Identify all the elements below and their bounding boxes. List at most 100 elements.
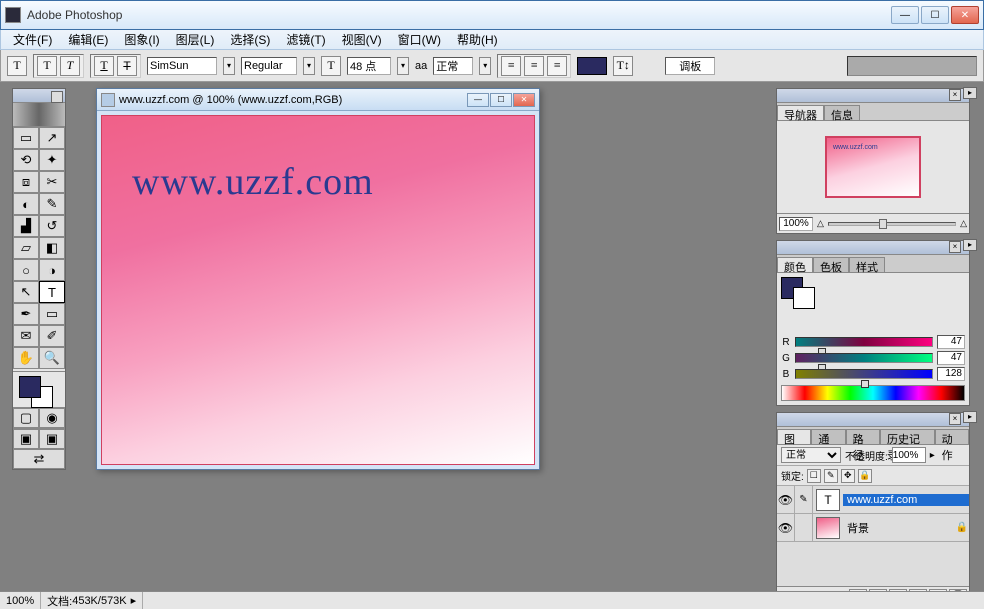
text-orient-vertical-icon[interactable]: T <box>60 56 80 76</box>
b-slider[interactable] <box>795 369 933 379</box>
tab-info[interactable]: 信息 <box>824 105 860 120</box>
status-menu-icon[interactable]: ▸ <box>131 594 137 607</box>
lock-all-icon[interactable]: 🔒 <box>858 469 872 483</box>
panel-close-icon[interactable]: × <box>949 413 961 425</box>
r-slider[interactable] <box>795 337 933 347</box>
text-underline-icon[interactable]: T <box>94 56 114 76</box>
shape-tool-icon[interactable]: ▭ <box>39 303 65 325</box>
menu-view[interactable]: 视图(V) <box>334 31 390 48</box>
tab-styles[interactable]: 样式 <box>849 257 885 272</box>
zoom-out-icon[interactable]: △ <box>817 218 824 229</box>
type-tool-icon[interactable]: T <box>39 281 65 303</box>
text-orient-horizontal-icon[interactable]: T <box>37 56 57 76</box>
zoom-tool-icon[interactable]: 🔍 <box>39 347 65 369</box>
blur-tool-icon[interactable]: ○ <box>13 259 39 281</box>
stamp-tool-icon[interactable]: ▟ <box>13 215 39 237</box>
layer-name[interactable]: www.uzzf.com <box>843 494 969 506</box>
layer-thumbnail[interactable] <box>816 517 840 539</box>
color-picker[interactable] <box>13 371 65 407</box>
doc-close-button[interactable]: ✕ <box>513 93 535 107</box>
r-value-input[interactable]: 47 <box>937 335 965 349</box>
pen-tool-icon[interactable]: ✒ <box>13 303 39 325</box>
tab-layers[interactable]: 图层 <box>777 429 811 444</box>
hand-tool-icon[interactable]: ✋ <box>13 347 39 369</box>
layer-visibility-icon[interactable]: 👁 <box>777 486 795 513</box>
color-bg-swatch[interactable] <box>793 287 815 309</box>
palette-button[interactable]: 调板 <box>665 57 715 75</box>
layer-name[interactable]: 背景 <box>843 520 955 536</box>
slice-tool-icon[interactable]: ✂ <box>39 171 65 193</box>
panel-close-icon[interactable]: × <box>949 241 961 253</box>
navigator-header[interactable]: ×▸ <box>777 89 969 103</box>
font-family-select[interactable] <box>147 57 217 75</box>
canvas[interactable]: www.uzzf.com <box>101 115 535 465</box>
type-tool-icon[interactable]: T <box>7 56 27 76</box>
layer-item[interactable]: 👁 ✎ T www.uzzf.com <box>777 486 969 514</box>
tab-actions[interactable]: 动作 <box>935 429 969 444</box>
opacity-dropdown-icon[interactable]: ▸ <box>930 450 935 461</box>
font-style-dropdown-icon[interactable]: ▾ <box>303 57 315 75</box>
menu-image[interactable]: 图象(I) <box>116 31 167 48</box>
navigator-thumbnail[interactable]: www.uzzf.com <box>825 136 921 198</box>
tab-channels[interactable]: 通道 <box>811 429 845 444</box>
minimize-button[interactable]: — <box>891 6 919 24</box>
doc-minimize-button[interactable]: — <box>467 93 489 107</box>
gradient-tool-icon[interactable]: ◧ <box>39 237 65 259</box>
layer-item[interactable]: 👁 背景 🔒 <box>777 514 969 542</box>
eraser-tool-icon[interactable]: ▱ <box>13 237 39 259</box>
menu-window[interactable]: 窗口(W) <box>390 31 449 48</box>
brush-tool-icon[interactable]: ✎ <box>39 193 65 215</box>
lock-position-icon[interactable]: ✥ <box>841 469 855 483</box>
dodge-tool-icon[interactable]: ◑ <box>39 259 65 281</box>
screenmode-standard-icon[interactable]: ▣ <box>13 429 39 449</box>
eyedropper-tool-icon[interactable]: ✐ <box>39 325 65 347</box>
font-size-dropdown-icon[interactable]: ▾ <box>397 57 409 75</box>
toolbox-header[interactable] <box>13 89 65 103</box>
antialias-select[interactable] <box>433 57 473 75</box>
menu-edit[interactable]: 编辑(E) <box>60 31 116 48</box>
lock-transparent-icon[interactable]: ☐ <box>807 469 821 483</box>
warp-text-icon[interactable]: T↕ <box>613 56 633 76</box>
panel-menu-icon[interactable]: ▸ <box>963 87 977 99</box>
notes-tool-icon[interactable]: ✉ <box>13 325 39 347</box>
menu-select[interactable]: 选择(S) <box>222 31 278 48</box>
layer-link-icon[interactable] <box>795 514 813 541</box>
align-left-icon[interactable]: ≡ <box>501 56 521 76</box>
layer-visibility-icon[interactable]: 👁 <box>777 514 795 541</box>
menu-layer[interactable]: 图层(L) <box>168 31 223 48</box>
font-family-dropdown-icon[interactable]: ▾ <box>223 57 235 75</box>
opacity-input[interactable] <box>892 447 926 463</box>
align-right-icon[interactable]: ≡ <box>547 56 567 76</box>
doc-maximize-button[interactable]: ☐ <box>490 93 512 107</box>
font-style-select[interactable] <box>241 57 297 75</box>
g-value-input[interactable]: 47 <box>937 351 965 365</box>
document-window[interactable]: www.uzzf.com @ 100% (www.uzzf.com,RGB) —… <box>96 88 540 470</box>
tab-swatches[interactable]: 色板 <box>813 257 849 272</box>
options-docking-well[interactable] <box>847 56 977 76</box>
screenmode-full-icon[interactable]: ▣ <box>39 429 65 449</box>
navigator-preview[interactable]: www.uzzf.com <box>777 121 969 213</box>
color-header[interactable]: ×▸ <box>777 241 969 255</box>
crop-tool-icon[interactable]: ⧈ <box>13 171 39 193</box>
panel-menu-icon[interactable]: ▸ <box>963 411 977 423</box>
font-size-input[interactable] <box>347 57 391 75</box>
navigator-zoom-input[interactable]: 100% <box>779 217 813 231</box>
lasso-tool-icon[interactable]: ⟲ <box>13 149 39 171</box>
move-tool-icon[interactable]: ↗ <box>39 127 65 149</box>
history-brush-tool-icon[interactable]: ↺ <box>39 215 65 237</box>
tab-paths[interactable]: 路径 <box>846 429 880 444</box>
text-color-swatch[interactable] <box>577 57 607 75</box>
menu-help[interactable]: 帮助(H) <box>449 31 506 48</box>
color-spectrum[interactable] <box>781 385 965 401</box>
blend-mode-select[interactable]: 正常 <box>781 447 841 463</box>
zoom-in-icon[interactable]: △ <box>960 218 967 229</box>
tab-history[interactable]: 历史记录 <box>880 429 935 444</box>
canvas-text-layer[interactable]: www.uzzf.com <box>132 160 374 204</box>
tab-navigator[interactable]: 导航器 <box>777 105 824 120</box>
layers-header[interactable]: ×▸ <box>777 413 969 427</box>
navigator-zoom-slider[interactable] <box>828 222 956 226</box>
document-titlebar[interactable]: www.uzzf.com @ 100% (www.uzzf.com,RGB) —… <box>97 89 539 111</box>
panel-menu-icon[interactable]: ▸ <box>963 239 977 251</box>
layer-thumbnail[interactable]: T <box>816 489 840 511</box>
tab-color[interactable]: 颜色 <box>777 257 813 272</box>
